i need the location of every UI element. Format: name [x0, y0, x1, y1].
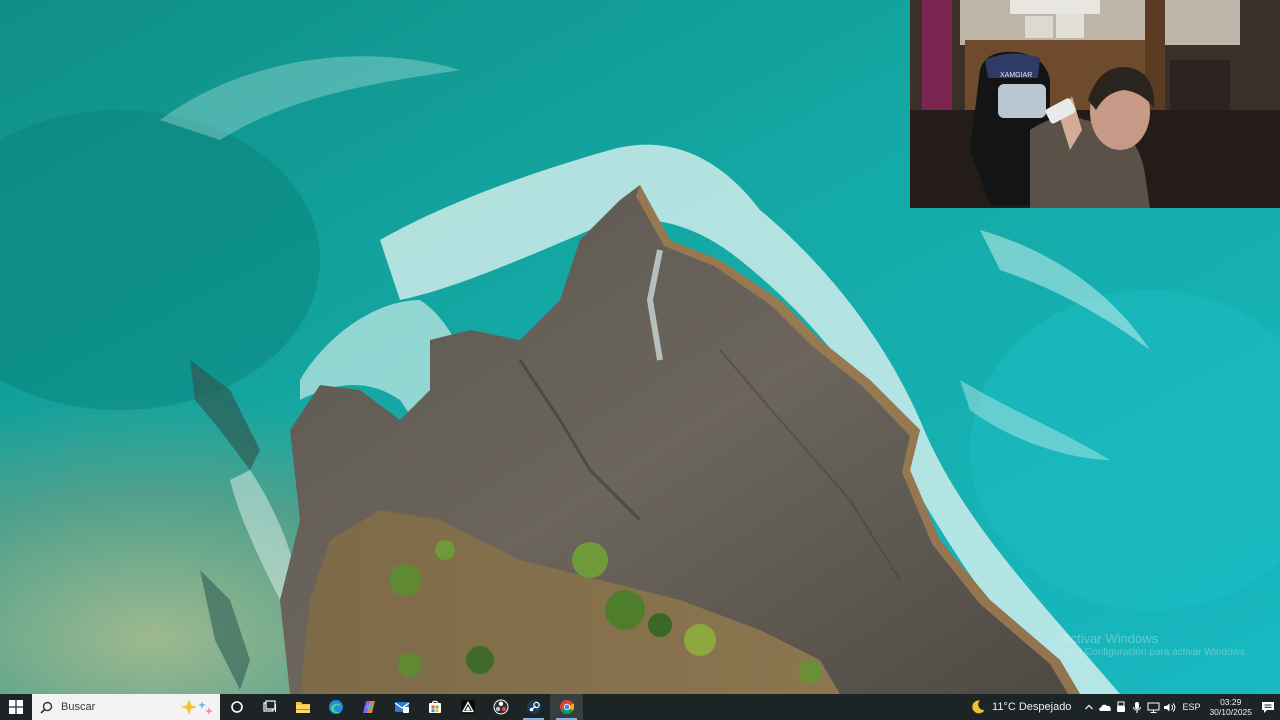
start-button[interactable]	[0, 694, 32, 720]
watermark-subtitle: Ve a Configuración para activar Windows.	[1062, 647, 1248, 658]
chevron-up-icon	[1085, 704, 1094, 710]
clock-time: 03:29	[1220, 697, 1242, 707]
webcam-feed-icon: XAMGIAR	[910, 0, 1280, 208]
circle-icon	[230, 701, 243, 713]
watermark-title: Activar Windows	[1062, 631, 1159, 646]
clock-date: 30/10/2025	[1209, 707, 1252, 717]
usb-tray-button[interactable]	[1113, 694, 1129, 720]
clock-button[interactable]: 03:29 30/10/2025	[1205, 697, 1256, 717]
triangle-app-icon	[460, 700, 475, 714]
taskbar: Buscar 11°C Despejado ESP 03:29 30/10/20…	[0, 694, 1280, 720]
sparkle-icon	[180, 698, 214, 716]
windows-logo-icon	[9, 700, 23, 714]
volume-tray-button[interactable]	[1161, 694, 1177, 720]
show-hidden-icons-button[interactable]	[1081, 694, 1097, 720]
volume-icon	[1163, 702, 1176, 712]
copilot-button[interactable]	[352, 694, 385, 720]
cortana-button[interactable]	[220, 694, 253, 720]
usb-icon	[1117, 701, 1126, 712]
chrome-icon	[559, 700, 574, 714]
mail-button[interactable]	[385, 694, 418, 720]
copilot-icon	[362, 701, 375, 713]
notification-center-button[interactable]	[1256, 694, 1280, 720]
system-tray: 11°C Despejado ESP 03:29 30/10/2025	[966, 694, 1280, 720]
task-view-icon	[262, 700, 276, 712]
mail-icon	[394, 702, 409, 713]
steam-button[interactable]	[517, 694, 550, 720]
moon-icon	[972, 700, 985, 714]
microphone-tray-button[interactable]	[1129, 694, 1145, 720]
onedrive-tray-button[interactable]	[1097, 694, 1113, 720]
edge-icon	[328, 700, 343, 714]
chair-brand-text: XAMGIAR	[1000, 72, 1032, 79]
store-icon	[428, 700, 441, 713]
folder-icon	[295, 702, 310, 713]
network-tray-button[interactable]	[1145, 694, 1161, 720]
notification-icon	[1262, 701, 1274, 713]
input-language-button[interactable]: ESP	[1177, 702, 1205, 712]
search-placeholder: Buscar	[61, 701, 96, 713]
edge-button[interactable]	[319, 694, 352, 720]
task-view-button[interactable]	[253, 694, 286, 720]
search-box[interactable]: Buscar	[32, 694, 220, 720]
app-triangle-button[interactable]	[451, 694, 484, 720]
obs-button[interactable]	[484, 694, 517, 720]
microphone-icon	[1133, 701, 1142, 713]
search-icon	[40, 701, 53, 714]
chrome-button[interactable]	[550, 694, 583, 720]
network-icon	[1147, 702, 1160, 713]
webcam-overlay: XAMGIAR	[910, 0, 1280, 208]
weather-text: 11°C Despejado	[992, 701, 1072, 713]
onedrive-icon	[1099, 704, 1112, 711]
store-button[interactable]	[418, 694, 451, 720]
activate-windows-watermark: Activar Windows Ve a Configuración para …	[1062, 632, 1248, 660]
obs-icon	[493, 699, 508, 715]
weather-widget[interactable]: 11°C Despejado	[966, 694, 1081, 720]
file-explorer-button[interactable]	[286, 694, 319, 720]
steam-icon	[526, 700, 541, 714]
